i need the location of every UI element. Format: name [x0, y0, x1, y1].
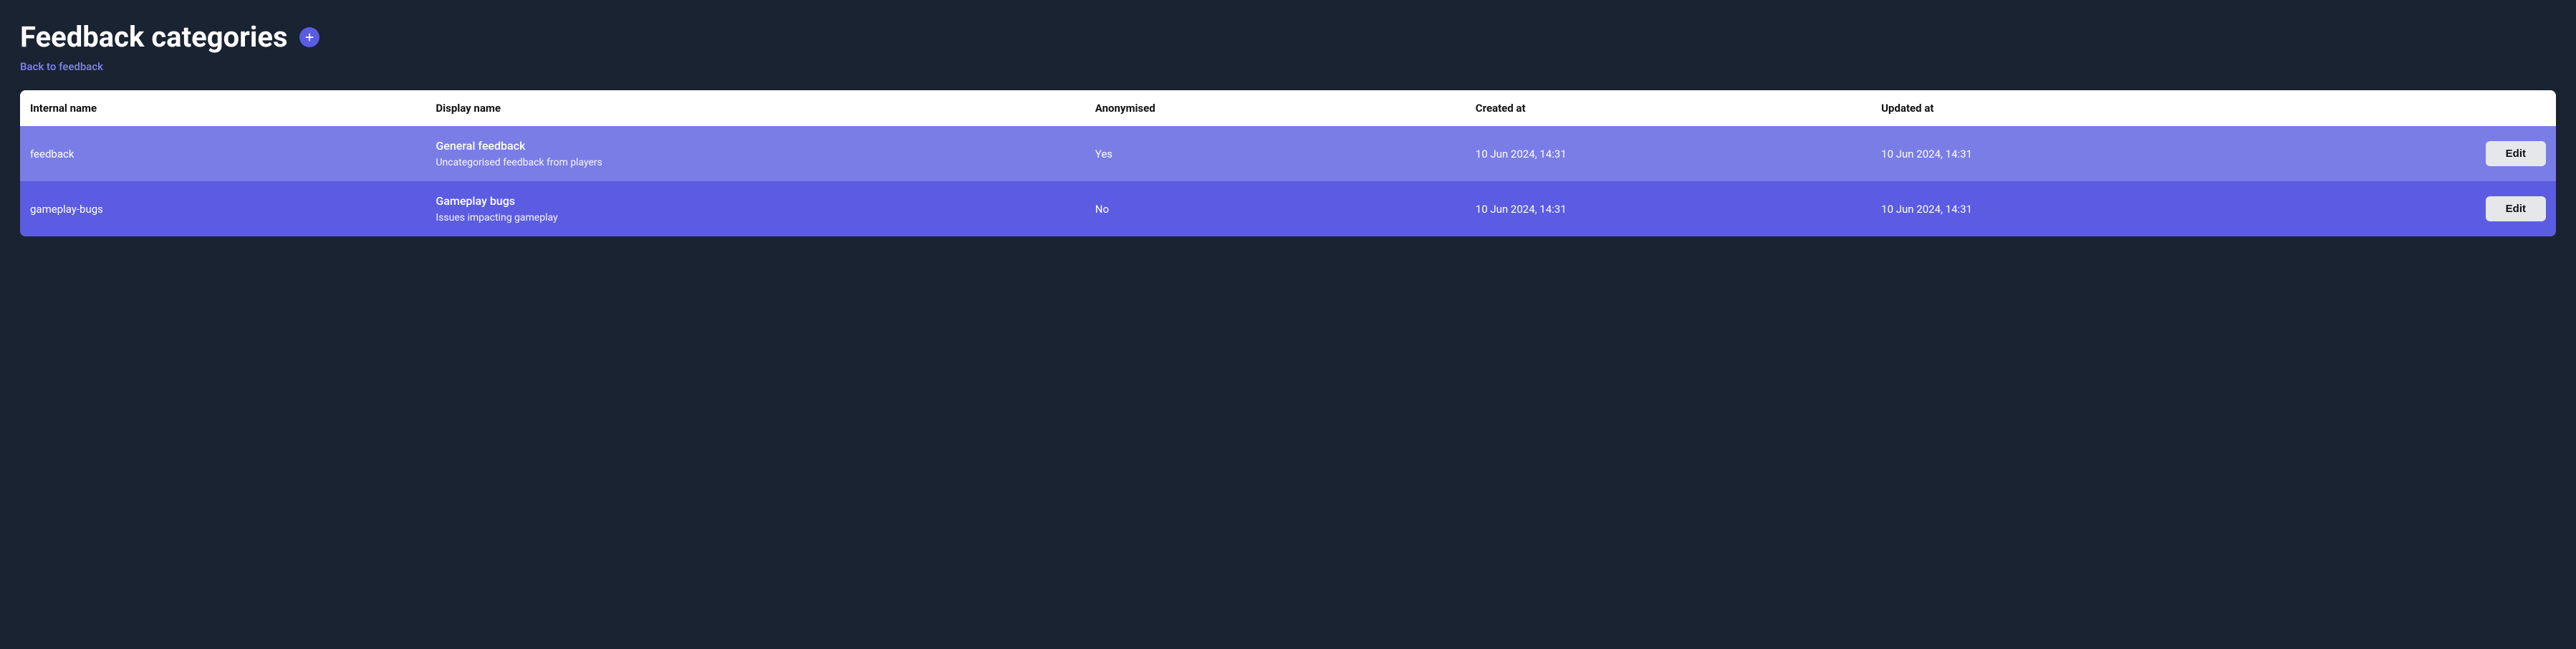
back-to-feedback-link[interactable]: Back to feedback [20, 60, 103, 73]
categories-table: Internal name Display name Anonymised Cr… [20, 90, 2556, 236]
column-header-created-at: Created at [1466, 90, 1871, 126]
column-header-internal-name: Internal name [20, 90, 426, 126]
cell-internal-name: gameplay-bugs [20, 181, 426, 236]
display-name-text: General feedback [436, 139, 1075, 153]
categories-table-container: Internal name Display name Anonymised Cr… [20, 90, 2556, 236]
edit-button[interactable]: Edit [2486, 196, 2546, 221]
table-row: gameplay-bugs Gameplay bugs Issues impac… [20, 181, 2556, 236]
column-header-actions [2277, 90, 2556, 126]
column-header-display-name: Display name [426, 90, 1085, 126]
add-category-button[interactable] [299, 27, 319, 47]
cell-display-name: Gameplay bugs Issues impacting gameplay [426, 181, 1085, 236]
table-row: feedback General feedback Uncategorised … [20, 126, 2556, 181]
cell-actions: Edit [2277, 126, 2556, 181]
page-title: Feedback categories [20, 20, 288, 54]
display-description-text: Issues impacting gameplay [436, 212, 1075, 223]
cell-anonymised: Yes [1085, 126, 1466, 181]
edit-button[interactable]: Edit [2486, 141, 2546, 166]
cell-updated-at: 10 Jun 2024, 14:31 [1871, 181, 2277, 236]
display-description-text: Uncategorised feedback from players [436, 157, 1075, 168]
cell-created-at: 10 Jun 2024, 14:31 [1466, 181, 1871, 236]
column-header-updated-at: Updated at [1871, 90, 2277, 126]
column-header-anonymised: Anonymised [1085, 90, 1466, 126]
cell-internal-name: feedback [20, 126, 426, 181]
cell-updated-at: 10 Jun 2024, 14:31 [1871, 126, 2277, 181]
plus-icon [304, 32, 315, 43]
cell-display-name: General feedback Uncategorised feedback … [426, 126, 1085, 181]
cell-actions: Edit [2277, 181, 2556, 236]
display-name-text: Gameplay bugs [436, 194, 1075, 208]
cell-anonymised: No [1085, 181, 1466, 236]
cell-created-at: 10 Jun 2024, 14:31 [1466, 126, 1871, 181]
